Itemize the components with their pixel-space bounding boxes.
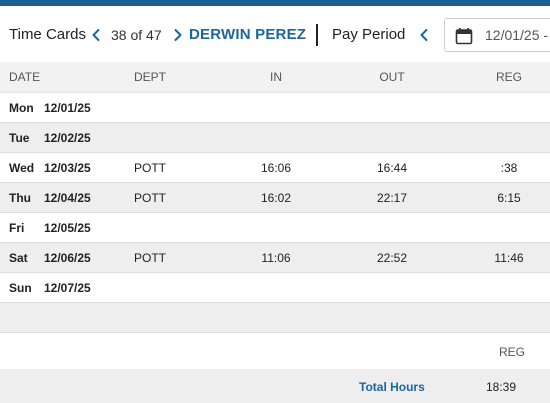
row-reg: 6:15 <box>497 191 521 205</box>
calendar-icon <box>455 27 473 45</box>
row-day: Tue <box>9 131 30 145</box>
previous-period-button[interactable] <box>417 28 431 42</box>
row-dept: POTT <box>134 161 166 175</box>
table-row[interactable]: Tue 12/02/25 <box>0 123 550 153</box>
row-date: 12/02/25 <box>44 131 91 145</box>
next-employee-button[interactable] <box>171 28 185 42</box>
column-header-date: DATE <box>9 70 41 84</box>
table-header: DATE DEPT IN OUT REG <box>0 62 550 93</box>
row-in: 11:06 <box>261 251 291 265</box>
row-day: Sat <box>9 251 28 265</box>
row-date: 12/07/25 <box>44 281 91 295</box>
row-out: 22:52 <box>376 251 408 265</box>
row-day: Wed <box>9 161 35 175</box>
row-date: 12/03/25 <box>44 161 91 175</box>
table-row[interactable]: Wed 12/03/25 POTT 16:06 16:44 :38 <box>0 153 550 183</box>
table-row[interactable]: Sun 12/07/25 <box>0 273 550 303</box>
row-out: 16:44 <box>376 161 408 175</box>
row-out: 22:17 <box>376 191 408 205</box>
empty-row <box>0 303 550 333</box>
column-header-in: IN <box>270 70 282 84</box>
pay-period-label: Pay Period <box>332 26 406 43</box>
row-day: Mon <box>9 101 34 115</box>
chevron-right-icon <box>174 29 182 41</box>
row-reg: 11:46 <box>494 251 524 265</box>
column-header-dept: DEPT <box>134 70 167 84</box>
row-dept: POTT <box>134 191 166 205</box>
previous-employee-button[interactable] <box>89 28 103 42</box>
total-hours-value: 18:39 <box>486 380 517 394</box>
row-date: 12/04/25 <box>44 191 91 205</box>
timecard-header: Time Cards 38 of 47 DERWIN PEREZ Pay Per… <box>0 6 550 62</box>
table-row[interactable]: Sat 12/06/25 POTT 11:06 22:52 11:46 <box>0 243 550 273</box>
row-day: Thu <box>9 191 31 205</box>
total-hours-row: Total Hours 18:39 <box>0 369 550 403</box>
row-reg: :38 <box>500 161 518 175</box>
row-in: 16:02 <box>260 191 292 205</box>
row-date: 12/05/25 <box>44 221 91 235</box>
table-row[interactable]: Fri 12/05/25 <box>0 213 550 243</box>
row-date: 12/06/25 <box>44 251 91 265</box>
employee-name[interactable]: DERWIN PEREZ <box>189 26 306 44</box>
chevron-left-icon <box>420 29 428 41</box>
table-row[interactable]: Mon 12/01/25 <box>0 93 550 123</box>
record-counter: 38 of 47 <box>111 27 162 43</box>
column-header-out: OUT <box>379 70 405 84</box>
header-divider <box>316 24 318 46</box>
chevron-left-icon <box>92 29 100 41</box>
row-day: Fri <box>9 221 25 235</box>
row-day: Sun <box>9 281 32 295</box>
column-header-reg: REG <box>495 70 523 84</box>
row-in: 16:06 <box>260 161 292 175</box>
row-dept: POTT <box>134 251 166 265</box>
table-row[interactable]: Thu 12/04/25 POTT 16:02 22:17 6:15 <box>0 183 550 213</box>
page-title: Time Cards <box>9 26 86 43</box>
summary-header: REG <box>0 333 550 369</box>
row-date: 12/01/25 <box>44 101 91 115</box>
pay-period-date-value: 12/01/25 - <box>485 27 549 43</box>
total-hours-label: Total Hours <box>359 380 425 394</box>
summary-reg-header: REG <box>499 345 526 359</box>
pay-period-date-field[interactable]: 12/01/25 - <box>444 18 550 52</box>
